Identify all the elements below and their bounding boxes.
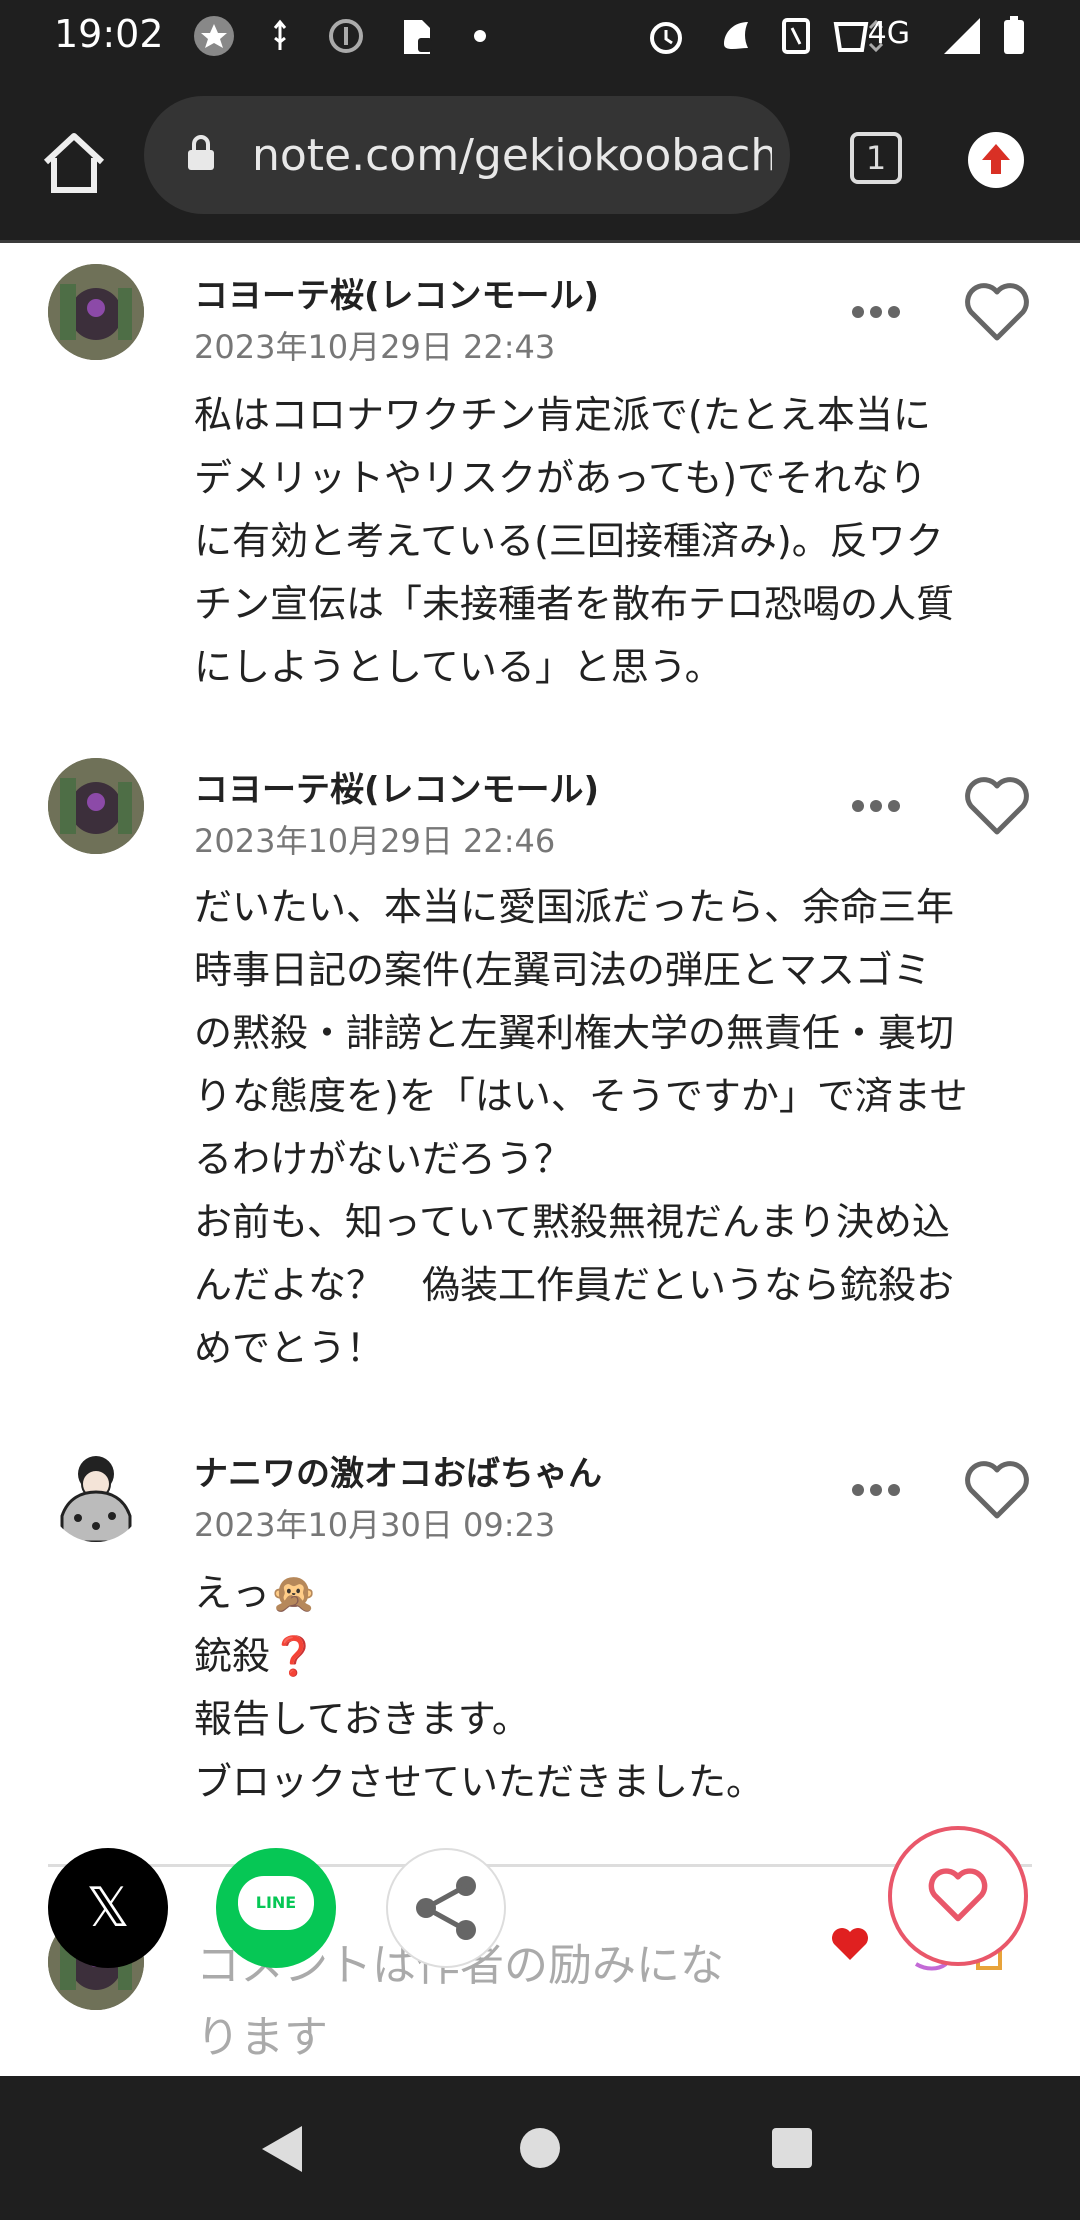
- share-line-button[interactable]: LINE: [216, 1848, 336, 1968]
- home-icon[interactable]: [38, 130, 110, 196]
- vibrate-icon: [782, 18, 810, 54]
- browser-toolbar: note.com/gekiokoobach 1: [0, 72, 1080, 243]
- url-text: note.com/gekiokoobach: [252, 130, 772, 181]
- home-nav-icon[interactable]: [518, 2126, 562, 2170]
- info-circle-icon: [329, 19, 363, 53]
- like-heart-icon[interactable]: [962, 1458, 1032, 1522]
- status-bar: 19:02 4G: [0, 0, 1080, 72]
- avatar[interactable]: [48, 1446, 144, 1542]
- more-options-icon[interactable]: [850, 798, 902, 814]
- share-button[interactable]: [386, 1848, 506, 1968]
- system-navigation-bar: [0, 2076, 1080, 2220]
- address-bar[interactable]: note.com/gekiokoobach: [144, 96, 790, 214]
- comment-body: 私はコロナワクチン肯定派で(たとえ本当に デメリットやリスクがあっても)でそれな…: [194, 393, 955, 689]
- comment-author[interactable]: ナニワの激オコおばちゃん: [194, 1446, 602, 1495]
- avatar[interactable]: [48, 264, 144, 360]
- divider: [48, 1864, 1032, 1867]
- comment-body: えっ🙊 銃殺❓ 報告しておきます。 ブロックさせていただきました。: [194, 1571, 765, 1804]
- like-heart-icon[interactable]: [962, 280, 1032, 344]
- comment-author[interactable]: コヨーテ桜(レコンモール): [194, 268, 599, 317]
- status-time: 19:02: [54, 12, 164, 56]
- like-heart-icon[interactable]: [962, 774, 1032, 838]
- sd-card-icon: [404, 20, 432, 54]
- dot-icon: [474, 30, 486, 42]
- comment-date: 2023年10月30日 09:23: [194, 1506, 556, 1544]
- signal-icon: [944, 18, 980, 54]
- avatar[interactable]: [48, 758, 144, 854]
- update-button[interactable]: [968, 132, 1024, 188]
- comment-date: 2023年10月29日 22:46: [194, 822, 556, 860]
- update-arrow-icon: [982, 144, 1010, 174]
- tab-switcher-button[interactable]: 1: [850, 132, 902, 184]
- nfc-icon: [724, 22, 748, 49]
- heart-reaction-icon[interactable]: [830, 1926, 870, 1962]
- like-floating-button[interactable]: [888, 1826, 1028, 1966]
- comment-date: 2023年10月29日 22:43: [194, 328, 556, 366]
- comment-author[interactable]: コヨーテ桜(レコンモール): [194, 762, 599, 811]
- alarm-icon: [650, 22, 682, 54]
- recents-icon[interactable]: [770, 2126, 814, 2170]
- notification-star-icon: [194, 16, 234, 56]
- more-options-icon[interactable]: [850, 304, 902, 320]
- heart-icon: [928, 1868, 988, 1922]
- avatar-image: [48, 1446, 144, 1542]
- share-icon: [416, 1876, 476, 1940]
- lock-icon: [188, 135, 214, 170]
- share-x-button[interactable]: 𝕏: [48, 1848, 168, 1968]
- battery-icon: [1004, 16, 1024, 54]
- more-options-icon[interactable]: [850, 1482, 902, 1498]
- avatar-image: [48, 758, 144, 854]
- avatar-image: [48, 264, 144, 360]
- comment-body: だいたい、本当に愛国派だったら、余命三年 時事日記の案件(左翼司法の弾圧とマスゴ…: [194, 885, 968, 1370]
- line-logo: LINE: [238, 1876, 314, 1930]
- usb-icon: [273, 19, 287, 50]
- back-icon[interactable]: [258, 2124, 304, 2174]
- network-type: 4G: [867, 16, 910, 51]
